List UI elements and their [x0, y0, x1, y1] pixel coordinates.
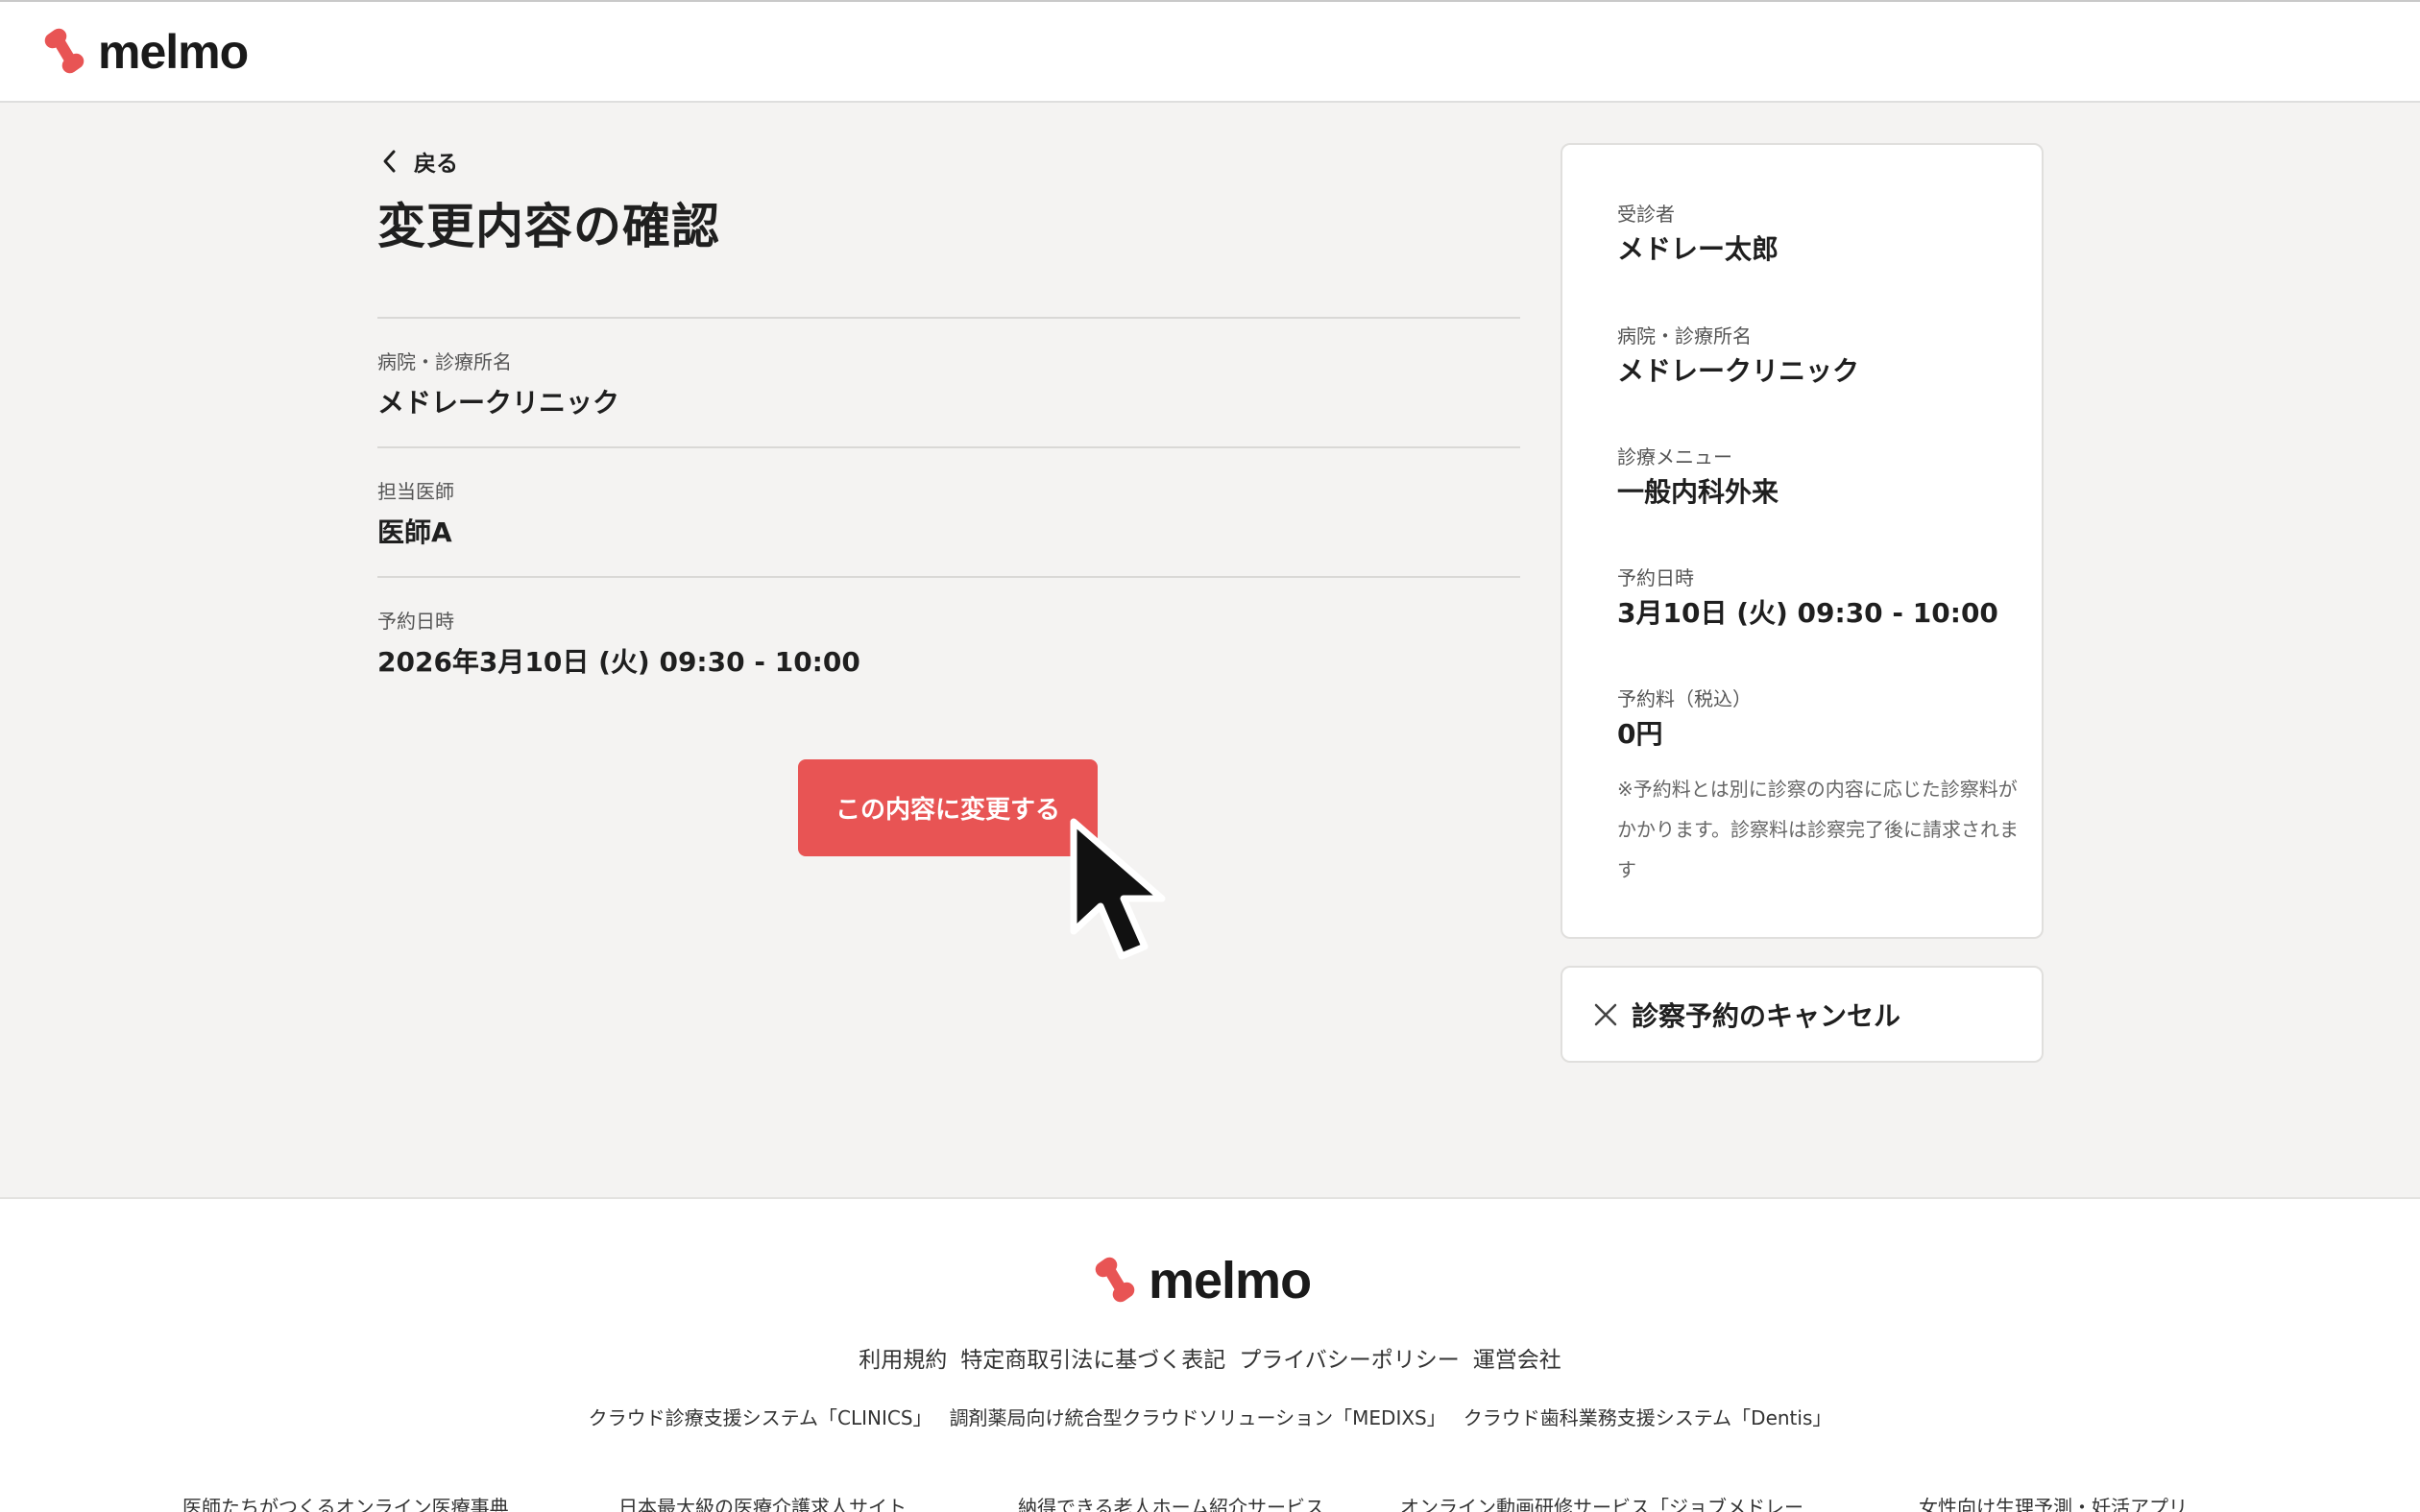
close-icon: [1594, 1003, 1617, 1025]
confirm-change-button[interactable]: この内容に変更する: [798, 759, 1098, 856]
divider: [377, 446, 1520, 448]
mouse-cursor-icon: [1070, 818, 1166, 960]
summary-fee-value: 0円: [1617, 718, 1663, 750]
reservation-summary-card: 受診者 メドレー太郎 病院・診療所名 メドレークリニック 診療メニュー 一般内科…: [1561, 143, 2044, 939]
footer-related-link[interactable]: オンライン動画研修サービス「ジョブメドレー: [1400, 1492, 1803, 1512]
melmo-logo[interactable]: melmo: [38, 25, 249, 79]
footer-link-privacy[interactable]: プライバシーポリシー: [1239, 1341, 1460, 1374]
summary-menu-value: 一般内科外来: [1617, 476, 1779, 508]
site-footer: melmo 利用規約 特定商取引法に基づく表記 プライバシーポリシー 運営会社 …: [0, 1197, 2420, 1512]
summary-datetime-label: 予約日時: [1617, 566, 1694, 589]
footer-logo[interactable]: melmo: [1089, 1252, 1312, 1309]
footer-links: 利用規約 特定商取引法に基づく表記 プライバシーポリシー 運営会社: [0, 1341, 2420, 1374]
logo-wordmark: melmo: [1149, 1252, 1312, 1309]
summary-patient-label: 受診者: [1617, 203, 1675, 226]
doctor-label: 担当医師: [377, 480, 454, 503]
page-title: 変更内容の確認: [377, 199, 720, 254]
footer-link-commerce-law[interactable]: 特定商取引法に基づく表記: [960, 1341, 1225, 1374]
footer-related-link[interactable]: 日本最大級の医療介護求人サイト: [618, 1492, 907, 1512]
logo-wordmark: melmo: [98, 25, 249, 79]
melmo-logo-icon: [44, 28, 85, 74]
summary-menu-label: 診療メニュー: [1617, 445, 1732, 468]
footer-link-company[interactable]: 運営会社: [1473, 1341, 1561, 1374]
datetime-label: 予約日時: [377, 610, 454, 633]
footer-related-link[interactable]: 医師たちがつくるオンライン医療事典: [182, 1492, 509, 1512]
summary-datetime-value: 3月10日 (火) 09:30 - 10:00: [1617, 597, 1998, 629]
summary-fee-note: ※予約料とは別に診察の内容に応じた診察料がかかります。診察料は診察完了後に請求さ…: [1617, 778, 2019, 881]
back-link[interactable]: 戻る: [377, 144, 458, 179]
footer-services: クラウド診療支援システム「CLINICS」 調剤薬局向け統合型クラウドソリューシ…: [0, 1403, 2420, 1430]
melmo-logo-icon: [1095, 1257, 1135, 1303]
summary-clinic-label: 病院・診療所名: [1617, 324, 1752, 348]
summary-fee-label: 予約料（税込）: [1617, 687, 1752, 710]
divider: [377, 317, 1520, 319]
datetime-value: 2026年3月10日 (火) 09:30 - 10:00: [377, 646, 860, 678]
footer-related-link[interactable]: 女性向け生理予測・妊活アプリ: [1919, 1492, 2188, 1512]
clinic-value: メドレークリニック: [377, 387, 620, 419]
cancel-reservation-label: 診察予約のキャンセル: [1632, 999, 1901, 1032]
cancel-reservation-button[interactable]: 診察予約のキャンセル: [1561, 966, 2044, 1063]
site-header: melmo: [0, 0, 2420, 103]
clinic-label: 病院・診療所名: [377, 350, 512, 373]
footer-service-medixs[interactable]: 調剤薬局向け統合型クラウドソリューション「MEDIXS」: [950, 1403, 1446, 1430]
footer-related-link[interactable]: 納得できる老人ホーム紹介サービス: [1018, 1492, 1324, 1512]
divider: [377, 576, 1520, 578]
summary-clinic-value: メドレークリニック: [1617, 355, 1860, 387]
doctor-value: 医師A: [377, 516, 452, 548]
chevron-left-icon: [383, 150, 396, 173]
footer-link-terms[interactable]: 利用規約: [859, 1341, 947, 1374]
footer-service-clinics[interactable]: クラウド診療支援システム「CLINICS」: [589, 1403, 932, 1430]
summary-patient-value: メドレー太郎: [1617, 233, 1779, 265]
back-link-label: 戻る: [414, 152, 458, 177]
footer-service-dentis[interactable]: クラウド歯科業務支援システム「Dentis」: [1464, 1403, 1832, 1430]
